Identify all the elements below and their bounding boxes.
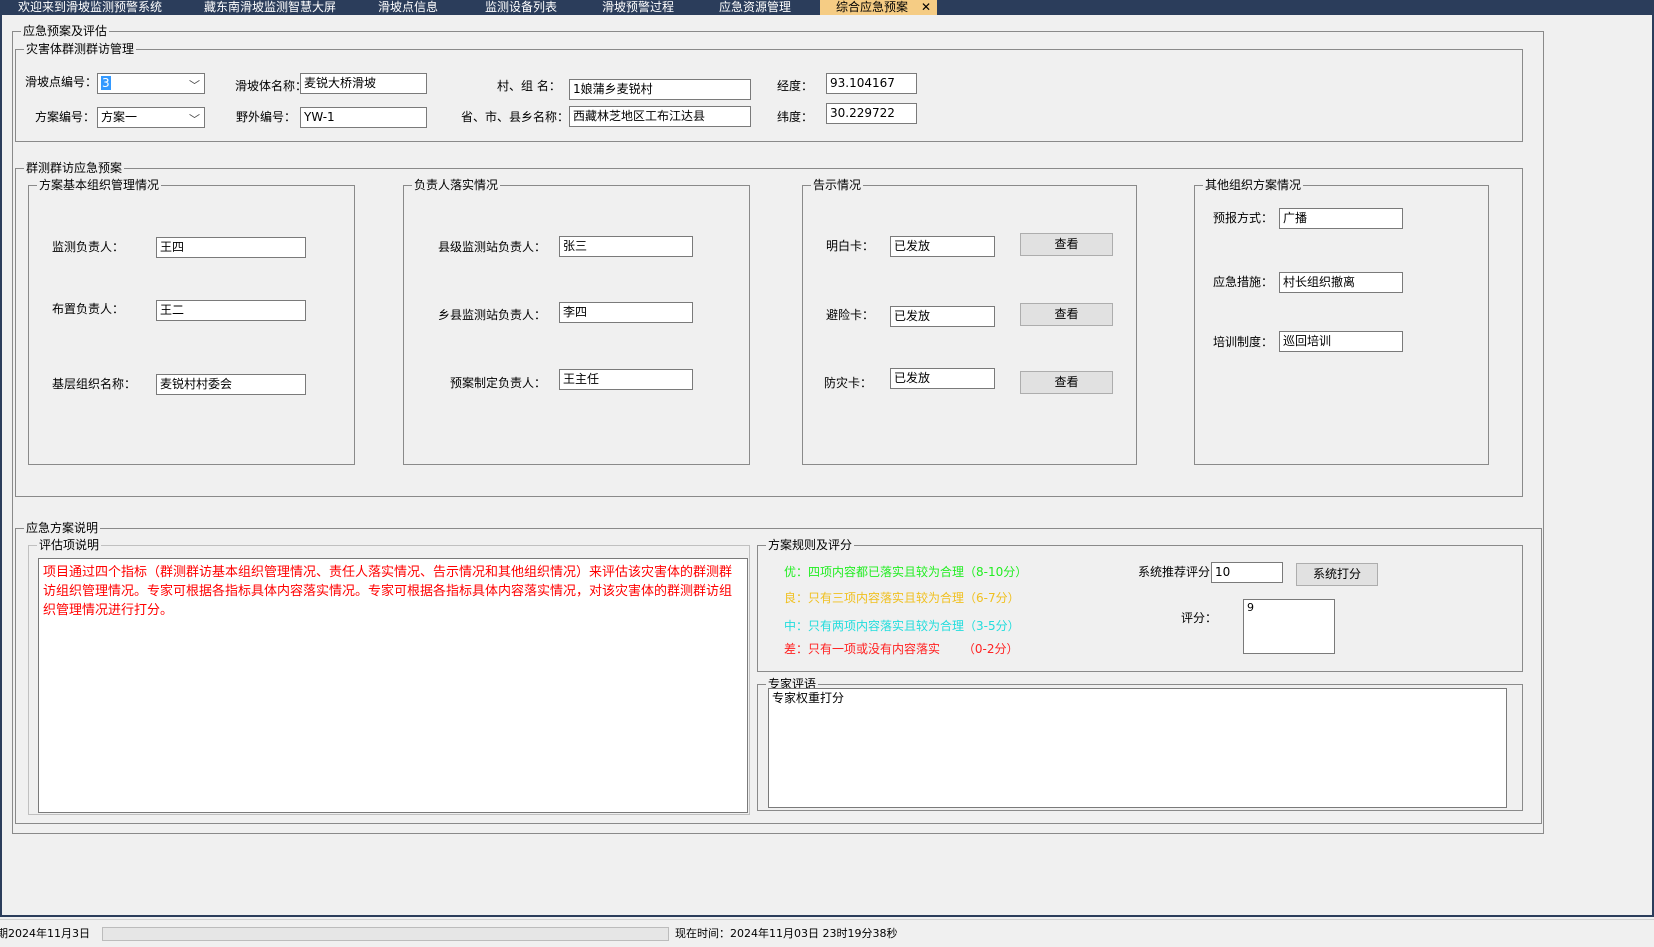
field-no-label: 野外编号： <box>236 110 297 124</box>
responsible-group-label: 负责人落实情况 <box>412 177 501 193</box>
town-field[interactable]: 李四 <box>559 302 693 323</box>
disaster-group-label: 灾害体群测群访管理 <box>24 41 137 57</box>
layout-label: 布置负责人： <box>52 302 125 316</box>
notice-group-label: 告示情况 <box>811 177 864 193</box>
tab-warning-process[interactable]: 滑坡预警过程 <box>602 0 674 15</box>
plan-no-label: 方案编号： <box>35 110 96 124</box>
point-no-label: 滑坡点编号： <box>25 75 98 89</box>
measure-label: 应急措施： <box>1213 275 1274 289</box>
slide-name-field[interactable]: 麦锐大桥滑坡 <box>300 73 427 94</box>
explain-group-label: 应急方案说明 <box>24 520 101 536</box>
expert-comment-field[interactable]: 专家权重打分 <box>768 688 1507 808</box>
field-no-field[interactable]: YW-1 <box>300 107 427 128</box>
card3-view-button[interactable]: 查看 <box>1020 371 1113 394</box>
tab-emergency-plan-label: 综合应急预案 <box>836 0 909 14</box>
org-name-field[interactable]: 麦锐村村委会 <box>156 374 306 395</box>
basic-org-group: 方案基本组织管理情况 <box>28 177 355 465</box>
org-name-label: 基层组织名称： <box>52 377 137 391</box>
layout-field[interactable]: 王二 <box>156 300 306 321</box>
card2-view-button[interactable]: 查看 <box>1020 303 1113 326</box>
outer-group-label: 应急预案及评估 <box>21 23 110 39</box>
plan-maker-label: 预案制定负责人： <box>450 376 547 390</box>
region-field[interactable]: 西藏林芝地区工布江达县 <box>569 106 751 127</box>
card2-field[interactable]: 已发放 <box>890 306 995 327</box>
tab-smart-screen[interactable]: 藏东南滑坡监测智慧大屏 <box>204 0 336 15</box>
latitude-label: 纬度： <box>777 110 814 124</box>
basic-org-group-label: 方案基本组织管理情况 <box>37 177 162 193</box>
rule-good: 良：只有三项内容落实且较为合理（6-7分） <box>784 591 1020 605</box>
measure-field[interactable]: 村长组织撤离 <box>1279 272 1403 293</box>
forecast-field[interactable]: 广播 <box>1279 208 1403 229</box>
tab-landslide-info[interactable]: 滑坡点信息 <box>378 0 438 15</box>
longitude-field[interactable]: 93.104167 <box>826 73 917 94</box>
disaster-group: 灾害体群测群访管理 <box>15 41 1523 142</box>
status-progress-bar <box>102 927 669 941</box>
village-label: 村、组 名： <box>497 79 561 93</box>
rules-group-label: 方案规则及评分 <box>766 537 855 553</box>
town-label: 乡县监测站负责人： <box>438 308 547 322</box>
county-field[interactable]: 张三 <box>559 236 693 257</box>
rule-medium: 中：只有两项内容落实且较为合理（3-5分） <box>784 619 1020 633</box>
monitor-label: 监测负责人： <box>52 240 125 254</box>
point-no-value: 3 <box>101 76 111 90</box>
tab-welcome[interactable]: 欢迎来到滑坡监测预警系统 <box>18 0 162 15</box>
village-field[interactable]: 1娘蒲乡麦锐村 <box>569 79 751 100</box>
score-label: 评分： <box>1181 611 1218 625</box>
responsible-group: 负责人落实情况 <box>403 177 750 465</box>
plan-no-select[interactable]: 方案一 ﹀ <box>97 107 205 128</box>
plan-maker-field[interactable]: 王主任 <box>559 369 693 390</box>
forecast-label: 预报方式： <box>1213 211 1274 225</box>
chevron-down-icon: ﹀ <box>189 79 200 92</box>
close-icon[interactable]: ✕ <box>921 0 931 14</box>
sys-score-button[interactable]: 系统打分 <box>1296 563 1378 586</box>
status-bar: 日期2024年11月3日 现在时间：2024年11月03日 23时19分38秒 <box>0 919 1654 947</box>
card1-label: 明白卡： <box>826 239 875 253</box>
tab-device-list[interactable]: 监测设备列表 <box>485 0 557 15</box>
card1-view-button[interactable]: 查看 <box>1020 233 1113 256</box>
card1-field[interactable]: 已发放 <box>890 236 995 257</box>
tab-emergency-plan[interactable]: 综合应急预案 ✕ <box>820 0 937 15</box>
chevron-down-icon: ﹀ <box>189 113 200 126</box>
score-field[interactable]: 9 <box>1243 599 1335 654</box>
region-label: 省、市、县乡名称： <box>461 110 570 124</box>
rule-poor: 差：只有一项或没有内容落实 （0-2分） <box>784 642 1019 656</box>
tab-resource-mgmt[interactable]: 应急资源管理 <box>719 0 791 15</box>
county-label: 县级监测站负责人： <box>438 240 547 254</box>
status-time: 现在时间：2024年11月03日 23时19分38秒 <box>675 927 898 940</box>
plan-no-value: 方案一 <box>101 110 138 124</box>
other-group-label: 其他组织方案情况 <box>1203 177 1304 193</box>
slide-name-label: 滑坡体名称： <box>235 79 308 93</box>
status-date: 日期2024年11月3日 <box>0 927 90 940</box>
training-field[interactable]: 巡回培训 <box>1279 331 1403 352</box>
card3-field[interactable]: 已发放 <box>890 368 995 389</box>
point-no-select[interactable]: 3 ﹀ <box>97 73 205 94</box>
sys-score-label: 系统推荐评分： <box>1138 565 1223 579</box>
card3-label: 防灾卡： <box>824 376 873 390</box>
rule-excellent: 优：四项内容都已落实且较为合理（8-10分） <box>784 565 1028 579</box>
eval-textarea[interactable]: 项目通过四个指标（群测群访基本组织管理情况、责任人落实情况、告示情况和其他组织情… <box>38 558 748 813</box>
sys-score-field[interactable]: 10 <box>1211 562 1283 583</box>
plan-group-label: 群测群访应急预案 <box>24 160 125 176</box>
eval-group-label: 评估项说明 <box>37 537 102 553</box>
latitude-field[interactable]: 30.229722 <box>826 103 917 124</box>
training-label: 培训制度： <box>1213 335 1274 349</box>
card2-label: 避险卡： <box>826 308 875 322</box>
tab-bar: 欢迎来到滑坡监测预警系统 藏东南滑坡监测智慧大屏 滑坡点信息 监测设备列表 滑坡… <box>0 0 1654 15</box>
monitor-field[interactable]: 王四 <box>156 237 306 258</box>
longitude-label: 经度： <box>777 79 814 93</box>
